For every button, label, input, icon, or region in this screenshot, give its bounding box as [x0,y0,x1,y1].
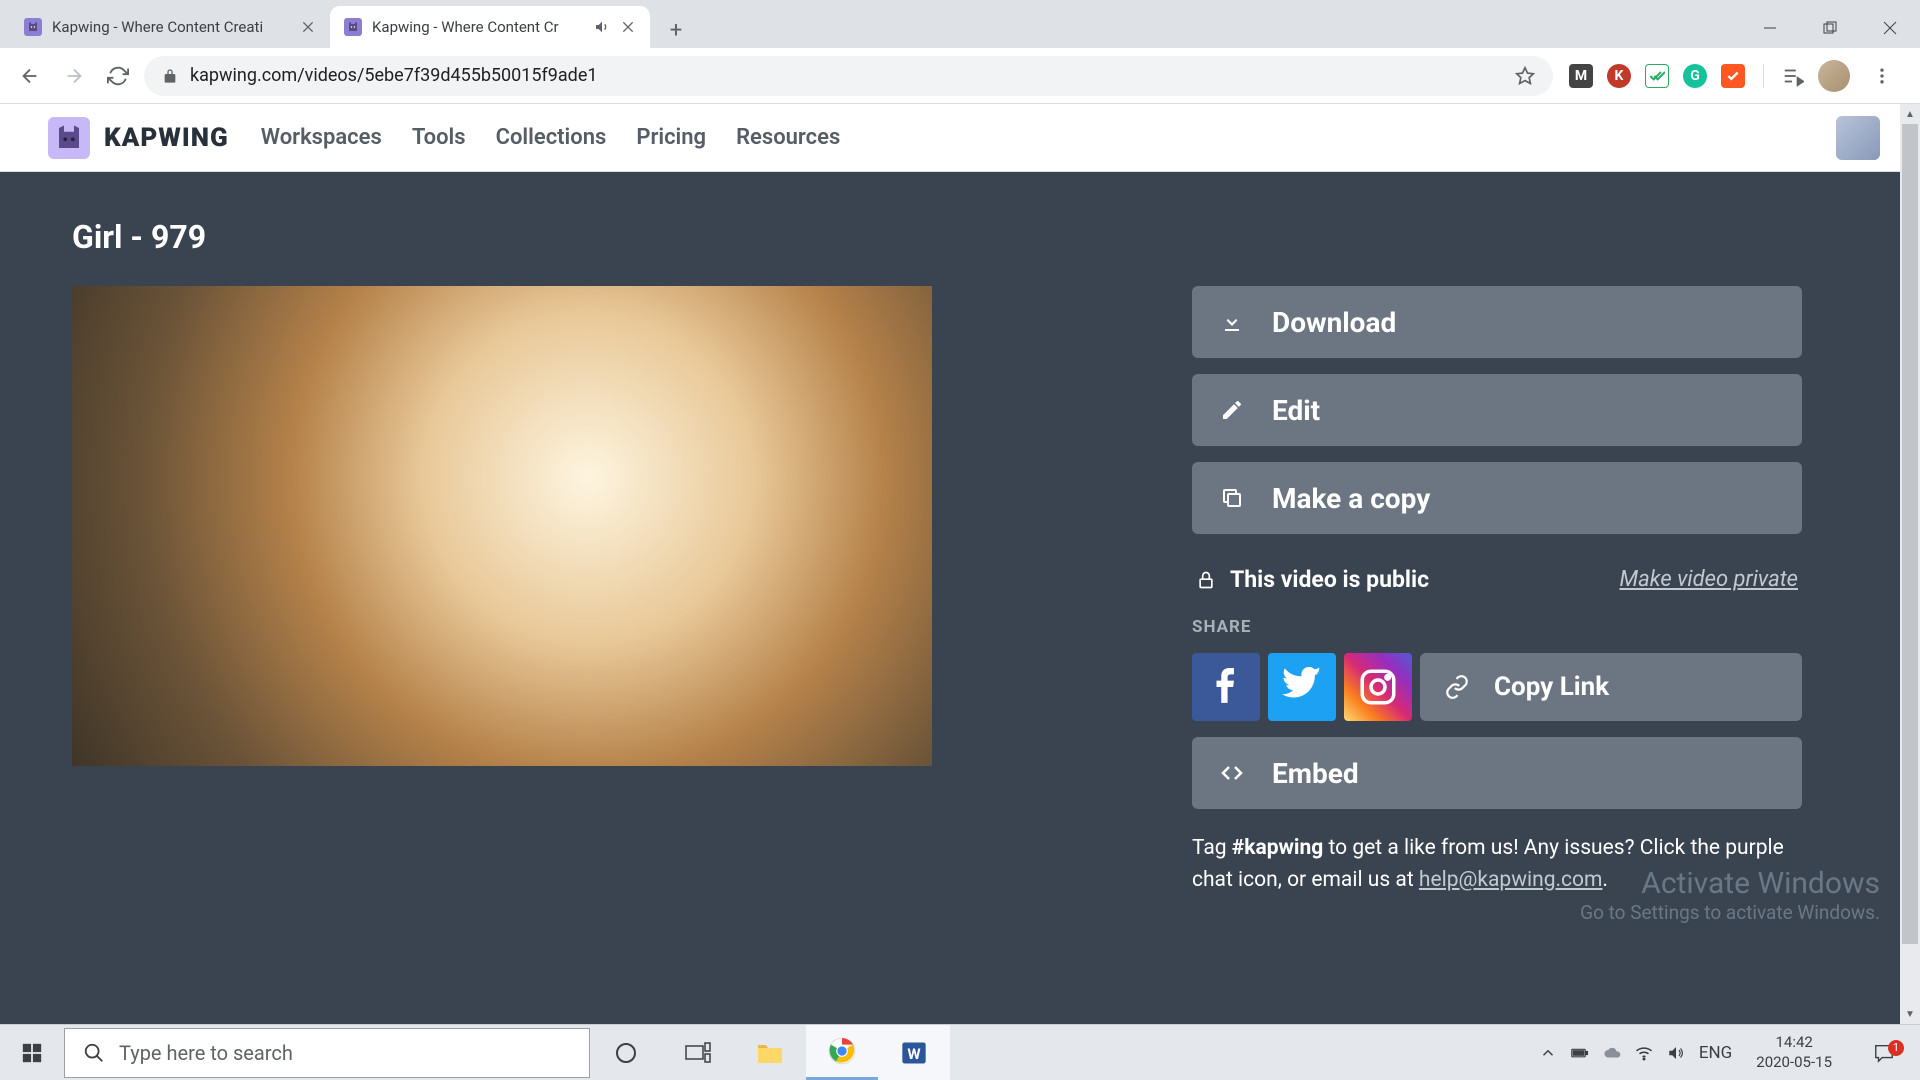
grammarly-ext-icon[interactable]: G [1683,64,1707,88]
action-center-button[interactable]: 1 [1856,1042,1912,1064]
video-preview[interactable] [72,286,932,766]
download-button[interactable]: Download [1192,286,1802,358]
tab-title: Kapwing - Where Content Creati [52,18,290,36]
new-tab-button[interactable]: + [658,12,694,48]
copy-link-label: Copy Link [1494,672,1609,702]
scroll-down-arrow[interactable]: ▼ [1900,1004,1920,1024]
help-email-link[interactable]: help@kapwing.com [1419,868,1603,892]
embed-icon [1220,761,1244,785]
taskbar-search[interactable]: Type here to search [64,1028,590,1078]
edit-icon [1220,398,1244,422]
nav-collections[interactable]: Collections [496,125,607,150]
download-icon [1220,310,1244,334]
facebook-icon [1207,668,1245,706]
extensions: M K G [1561,58,1908,94]
chrome-profile-avatar[interactable] [1818,60,1850,92]
user-avatar[interactable] [1836,116,1880,160]
action-sidebar: Download Edit Make a copy This video is … [1192,286,1802,896]
mailtrack-ext-icon[interactable] [1645,64,1669,88]
kapwing-favicon [24,18,42,36]
url-text: kapwing.com/videos/5ebe7f39d455b50015f9a… [190,65,597,86]
make-copy-button[interactable]: Make a copy [1192,462,1802,534]
clock[interactable]: 14:42 2020-05-15 [1746,1033,1842,1072]
search-placeholder: Type here to search [119,1041,293,1065]
notification-badge: 1 [1888,1040,1904,1056]
lock-icon [1196,570,1216,590]
nav-pricing[interactable]: Pricing [636,125,706,150]
share-label: SHARE [1192,617,1802,637]
cortana-button[interactable] [590,1025,662,1080]
word-taskbar-icon[interactable]: W [878,1025,950,1080]
vertical-scrollbar[interactable]: ▲ ▼ [1900,104,1920,1024]
onedrive-icon[interactable] [1603,1044,1621,1062]
copy-link-button[interactable]: Copy Link [1420,653,1802,721]
wifi-icon[interactable] [1635,1044,1653,1062]
embed-button[interactable]: Embed [1192,737,1802,809]
window-maximize-button[interactable] [1800,8,1860,48]
make-copy-label: Make a copy [1272,482,1430,515]
share-twitter-button[interactable] [1268,653,1336,721]
browser-tab-0[interactable]: Kapwing - Where Content Creati [10,6,330,48]
star-icon[interactable] [1515,66,1535,86]
battery-icon[interactable] [1571,1044,1589,1062]
windows-taskbar: Type here to search W ENG 14:42 2020-05-… [0,1024,1920,1080]
gmail-ext-icon[interactable]: M [1569,64,1593,88]
main-content: Girl - 979 Download Edit [0,172,1920,1024]
nav-workspaces[interactable]: Workspaces [261,125,382,150]
close-icon[interactable] [300,19,316,35]
tab-title: Kapwing - Where Content Cr [372,18,584,36]
link-icon [1444,674,1470,700]
edit-label: Edit [1272,394,1320,427]
scroll-thumb[interactable] [1902,124,1918,944]
browser-tab-bar: Kapwing - Where Content Creati Kapwing -… [0,0,1920,48]
kapwing-logo-icon[interactable] [48,117,90,159]
audio-icon[interactable] [594,19,610,35]
keyboard-language[interactable]: ENG [1699,1043,1732,1063]
lock-icon [162,68,178,84]
start-button[interactable] [0,1025,64,1080]
video-title: Girl - 979 [72,218,1848,256]
window-close-button[interactable] [1860,8,1920,48]
chrome-taskbar-icon[interactable] [806,1025,878,1080]
nav-resources[interactable]: Resources [736,125,840,150]
copy-icon [1220,486,1244,510]
window-minimize-button[interactable] [1740,8,1800,48]
scroll-up-arrow[interactable]: ▲ [1900,104,1920,124]
address-bar[interactable]: kapwing.com/videos/5ebe7f39d455b50015f9a… [144,56,1553,96]
embed-label: Embed [1272,757,1359,790]
make-private-link[interactable]: Make video private [1620,567,1798,592]
svg-text:W: W [907,1044,921,1062]
reload-button[interactable] [100,58,136,94]
ext-check-icon[interactable] [1721,64,1745,88]
tray-chevron-icon[interactable] [1539,1044,1557,1062]
kapwing-favicon [344,18,362,36]
public-status-text: This video is public [1230,566,1429,593]
share-instagram-button[interactable] [1344,653,1412,721]
windows-activation-watermark: Activate Windows Go to Settings to activ… [1580,866,1880,924]
share-facebook-button[interactable] [1192,653,1260,721]
instagram-icon [1357,666,1399,708]
close-icon[interactable] [620,19,636,35]
browser-toolbar: kapwing.com/videos/5ebe7f39d455b50015f9a… [0,48,1920,104]
chrome-menu-button[interactable] [1864,58,1900,94]
kapwing-header: KAPWING Workspaces Tools Collections Pri… [0,104,1920,172]
forward-button[interactable] [56,58,92,94]
download-label: Download [1272,306,1396,339]
nav-tools[interactable]: Tools [412,125,466,150]
browser-tab-1[interactable]: Kapwing - Where Content Cr [330,6,650,48]
task-view-button[interactable] [662,1025,734,1080]
back-button[interactable] [12,58,48,94]
kapwing-logo-text[interactable]: KAPWING [104,123,229,153]
volume-icon[interactable] [1667,1044,1685,1062]
edit-button[interactable]: Edit [1192,374,1802,446]
media-control-icon[interactable] [1782,65,1804,87]
system-tray: ENG 14:42 2020-05-15 1 [1539,1033,1920,1072]
twitter-icon [1282,667,1322,707]
file-explorer-icon[interactable] [734,1025,806,1080]
search-icon [83,1042,105,1064]
ext-k-icon[interactable]: K [1607,64,1631,88]
